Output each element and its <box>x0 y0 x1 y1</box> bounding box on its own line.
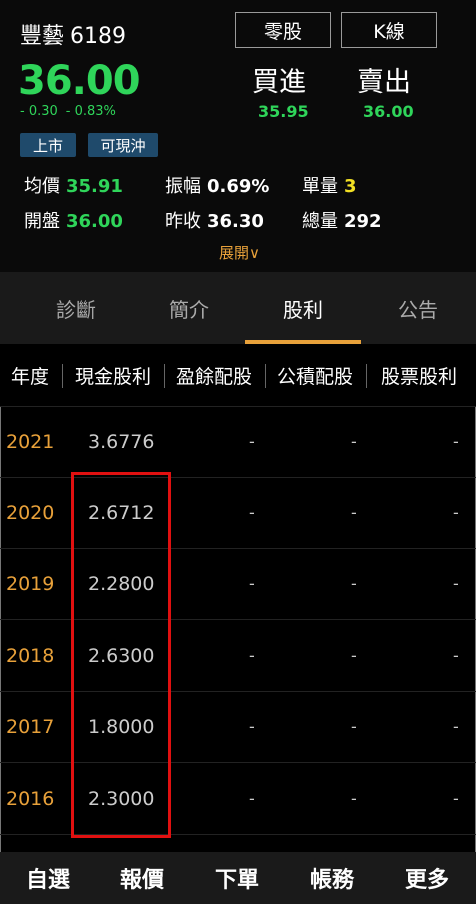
row-stock: - <box>453 646 459 665</box>
row-year: 2018 <box>6 644 55 667</box>
stat-avg-label: 均價 <box>24 176 60 197</box>
nav-watchlist[interactable]: 自選 <box>8 852 88 904</box>
stat-unit-label: 單量 <box>302 176 338 197</box>
row-capital: - <box>351 717 357 736</box>
row-cash: 3.6776 <box>88 430 155 453</box>
row-stock: - <box>453 432 459 451</box>
row-earnings: - <box>249 503 255 522</box>
stat-prev-value: 36.30 <box>207 211 264 232</box>
last-price: 36.00 <box>18 58 141 104</box>
buy-button[interactable]: 買進 <box>252 60 306 99</box>
daytrade-badge: 可現沖 <box>88 133 158 157</box>
listed-badge: 上市 <box>20 133 76 157</box>
tab-profile[interactable]: 簡介 <box>131 272 247 344</box>
table-row: 2021 3.6776 - - - <box>0 406 476 478</box>
row-year: 2016 <box>6 787 55 810</box>
row-year: 2019 <box>6 572 55 595</box>
stock-title: 豐藝 6189 <box>20 18 126 50</box>
stat-amp-label: 振幅 <box>165 176 201 197</box>
stat-vol-value: 292 <box>344 211 382 232</box>
stock-name: 豐藝 <box>20 24 65 49</box>
row-stock: - <box>453 503 459 522</box>
sell-button[interactable]: 賣出 <box>357 60 411 99</box>
stat-open: 開盤 36.00 <box>24 207 123 233</box>
expand-toggle[interactable]: 展開∨ <box>219 242 260 263</box>
col-year: 年度 <box>10 365 49 388</box>
row-capital: - <box>351 789 357 808</box>
row-earnings: - <box>249 432 255 451</box>
stat-prev-label: 昨收 <box>165 211 201 232</box>
stat-amplitude: 振幅 0.69% <box>165 172 269 198</box>
row-year: 2020 <box>6 501 55 524</box>
stat-avg-value: 35.91 <box>66 176 123 197</box>
odd-lot-button[interactable]: 零股 <box>235 12 331 48</box>
row-earnings: - <box>249 646 255 665</box>
row-earnings: - <box>249 789 255 808</box>
tab-announcement[interactable]: 公告 <box>360 272 476 344</box>
stat-total-volume: 總量 292 <box>302 207 382 233</box>
row-stock: - <box>453 574 459 593</box>
tab-dividend[interactable]: 股利 <box>245 272 361 344</box>
col-earnings-stock: 盈餘配股 <box>175 365 252 388</box>
row-earnings: - <box>249 574 255 593</box>
col-stock-dividend: 股票股利 <box>380 365 457 388</box>
stat-avg: 均價 35.91 <box>24 172 123 198</box>
nav-quote[interactable]: 報價 <box>102 852 182 904</box>
row-stock: - <box>453 789 459 808</box>
nav-account[interactable]: 帳務 <box>292 852 372 904</box>
tab-bar: 診斷 簡介 股利 公告 <box>0 272 476 344</box>
price-change: - 0.30 - 0.83% <box>20 104 116 119</box>
col-capital-stock: 公積配股 <box>276 365 353 388</box>
dividend-table-header: 年度 現金股利 盈餘配股 公積配股 股票股利 <box>0 344 476 407</box>
stat-prev-close: 昨收 36.30 <box>165 207 264 233</box>
row-stock: - <box>453 717 459 736</box>
quote-header: 豐藝 6189 36.00 - 0.30 - 0.83% 零股 K線 買進 賣出 3… <box>0 0 476 272</box>
stat-vol-label: 總量 <box>302 211 338 232</box>
stock-code: 6189 <box>70 24 127 49</box>
col-cash-dividend: 現金股利 <box>74 365 151 388</box>
tab-diagnosis[interactable]: 診斷 <box>18 272 134 344</box>
bottom-nav: 自選 報價 下單 帳務 更多 <box>0 852 476 904</box>
row-year: 2017 <box>6 715 55 738</box>
row-year: 2021 <box>6 430 55 453</box>
change-amount: - 0.30 <box>20 104 58 119</box>
nav-more[interactable]: 更多 <box>387 852 467 904</box>
row-earnings: - <box>249 717 255 736</box>
stat-unit-value: 3 <box>344 176 357 197</box>
kline-button[interactable]: K線 <box>341 12 437 48</box>
stat-open-label: 開盤 <box>24 211 60 232</box>
ask-price: 36.00 <box>363 102 414 121</box>
row-capital: - <box>351 432 357 451</box>
stat-unit-volume: 單量 3 <box>302 172 357 198</box>
change-percent: - 0.83% <box>65 104 116 119</box>
row-capital: - <box>351 646 357 665</box>
row-capital: - <box>351 574 357 593</box>
nav-order[interactable]: 下單 <box>197 852 277 904</box>
highlight-box <box>71 472 171 838</box>
row-capital: - <box>351 503 357 522</box>
bid-price: 35.95 <box>258 102 309 121</box>
stat-amp-value: 0.69% <box>207 176 270 197</box>
stat-open-value: 36.00 <box>66 211 123 232</box>
